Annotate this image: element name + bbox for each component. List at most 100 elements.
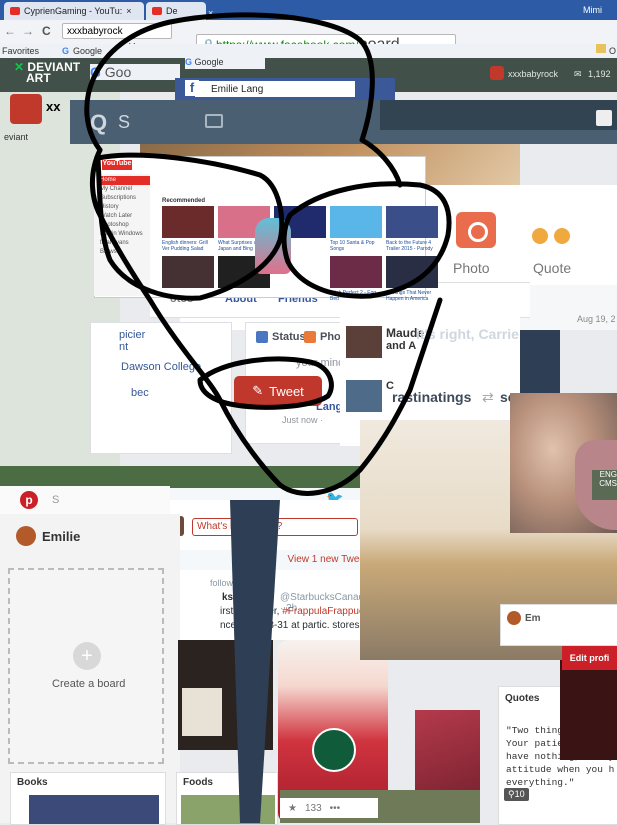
logo-text: ART: [26, 71, 51, 85]
avatar[interactable]: [490, 66, 504, 80]
tab-youtube[interactable]: CyprienGaming - YouTu: ×: [4, 2, 144, 20]
avatar: [507, 611, 521, 625]
tweet-button[interactable]: ✎ Tweet: [234, 376, 322, 406]
pinterest-logo[interactable]: p: [20, 491, 38, 509]
intro-line[interactable]: Dawson College: [91, 353, 231, 373]
yt-side-item[interactable]: Watch Later: [100, 212, 150, 221]
mail-icon[interactable]: ✉: [574, 69, 582, 80]
yt-side-item[interactable]: My Channel: [100, 185, 150, 194]
video-thumbnail[interactable]: [162, 206, 214, 238]
more-icon[interactable]: •••: [330, 803, 341, 814]
youtube-icon: [10, 7, 20, 15]
ticker-sub: and A: [386, 340, 417, 352]
photo-strip: [0, 466, 360, 488]
address-bar: ← → C xxxbabyrock 🔒 https://www.facebook…: [0, 20, 617, 58]
deviantart-logo[interactable]: ✕ DEVIANT ART: [14, 61, 80, 85]
avatar[interactable]: [16, 526, 36, 546]
close-icon[interactable]: ×: [208, 8, 213, 18]
intro-line[interactable]: picier: [91, 323, 231, 341]
yt-section: Recommended: [162, 198, 206, 204]
video-title[interactable]: Back to the Future 4 Trailer 2015 - Paro…: [386, 240, 438, 252]
star-icon[interactable]: ★: [288, 803, 297, 814]
url-text: xxxbabyrock: [67, 25, 123, 37]
composer-prompt[interactable]: your mind: [296, 357, 344, 369]
forward-icon[interactable]: →: [22, 24, 34, 38]
search-icon[interactable]: Q: [90, 110, 107, 136]
pinterest-profile-chip[interactable]: Em: [500, 604, 617, 646]
quote-icon[interactable]: [532, 222, 576, 246]
video-thumbnail[interactable]: [386, 206, 438, 238]
yt-side-item[interactable]: final evans: [100, 239, 150, 248]
pinterest-profile-name[interactable]: Emilie: [42, 529, 80, 544]
repin-count: ⚲10: [504, 788, 529, 801]
yt-side-item[interactable]: Home: [100, 176, 150, 185]
action-photo[interactable]: Photo: [453, 260, 490, 276]
da-side-label: eviant: [4, 132, 29, 142]
retweet-icon: ⇄: [482, 389, 494, 405]
composer-status[interactable]: Status: [272, 331, 306, 343]
video-title[interactable]: Top 10 Santa & Pop Songs: [330, 240, 382, 252]
search-value: Emilie Lang: [211, 83, 264, 95]
facebook-search-input[interactable]: Emilie Lang: [195, 81, 355, 97]
yt-side-item[interactable]: Kristin Windows: [100, 230, 150, 239]
yt-side-item[interactable]: History: [100, 203, 150, 212]
ticker-text: it's right, Carrie: [416, 326, 519, 342]
board-title: Books: [17, 777, 48, 788]
video-title[interactable]: Hitch Perfect 2 - Egg Bed: [330, 290, 382, 302]
tab-label: De: [166, 6, 178, 16]
profile-name-partial: Em: [525, 613, 541, 624]
youtube-logo[interactable]: YouTube: [102, 160, 132, 170]
yt-side-item[interactable]: Subscriptions: [100, 194, 150, 203]
tweet-button-label: Tweet: [269, 383, 304, 399]
ticker-thumb: [346, 380, 382, 412]
message-count: 1,192: [588, 69, 611, 79]
da-username[interactable]: xxxbabyrock: [508, 69, 558, 79]
video-thumbnail[interactable]: [330, 256, 382, 288]
yt-side-item[interactable]: Photoshop: [100, 221, 150, 230]
reload-icon[interactable]: C: [42, 24, 51, 38]
close-icon[interactable]: ×: [126, 6, 131, 16]
pinterest-search-input[interactable]: S: [52, 494, 59, 506]
omnibox-deviantart[interactable]: xxxbabyrock: [62, 23, 172, 39]
bookmark-google[interactable]: Google: [73, 46, 102, 56]
create-board-label[interactable]: Create a board: [52, 678, 125, 690]
da-xx: xx: [46, 99, 61, 114]
edit-profile-button[interactable]: Edit profi: [562, 646, 617, 670]
tab-second[interactable]: De: [146, 2, 206, 20]
plus-icon[interactable]: +: [73, 642, 101, 670]
user-label[interactable]: Mimi: [583, 5, 602, 15]
home-icon[interactable]: [596, 110, 612, 126]
ticker-text: rastinatings: [392, 389, 472, 405]
video-thumbnail[interactable]: [162, 256, 214, 288]
video-thumbnail[interactable]: [386, 256, 438, 288]
video-title[interactable]: English dinners: Grill Ver Pudding Salad: [162, 240, 214, 252]
video-thumbnail[interactable]: [330, 206, 382, 238]
photo-red-hair: [415, 710, 480, 800]
back-icon[interactable]: ←: [4, 24, 16, 38]
intro-line[interactable]: bec: [91, 373, 231, 399]
board-books[interactable]: Books: [10, 772, 166, 825]
ticker-thumb: [346, 326, 382, 358]
video-title[interactable]: 3 Things That Never Happen in America: [386, 290, 438, 302]
photo-cutout: [182, 688, 222, 736]
post-time: Just now ·: [282, 415, 324, 425]
language-indicator[interactable]: ENG CMS: [592, 470, 617, 500]
google-bookmark-large[interactable]: G Goo: [90, 64, 180, 80]
yt-side-item[interactable]: Browse: [100, 248, 150, 257]
camera-small-icon[interactable]: [205, 114, 223, 128]
intro-line[interactable]: nt: [91, 341, 231, 353]
like-count: 133: [304, 802, 322, 814]
bookmark-google-2[interactable]: G Google: [185, 57, 265, 69]
youtube-sidebar: Home My Channel Subscriptions History Wa…: [94, 174, 150, 296]
bookmark-right[interactable]: O: [609, 46, 616, 56]
camera-icon[interactable]: [456, 212, 496, 248]
browser-tabstrip: CyprienGaming - YouTu: × De × Mimi: [0, 0, 617, 20]
tab-label: CyprienGaming - YouTu:: [24, 6, 123, 16]
bookmark-favorites[interactable]: Favorites: [2, 46, 39, 56]
bottle-image: [255, 218, 291, 274]
action-quote[interactable]: Quote: [533, 260, 571, 276]
board-foods[interactable]: Foods: [176, 772, 278, 825]
board-cover-image: [29, 795, 159, 824]
pin-stats: ★ 133 •••: [280, 798, 378, 818]
post-date: Aug 19, 2: [577, 314, 616, 324]
